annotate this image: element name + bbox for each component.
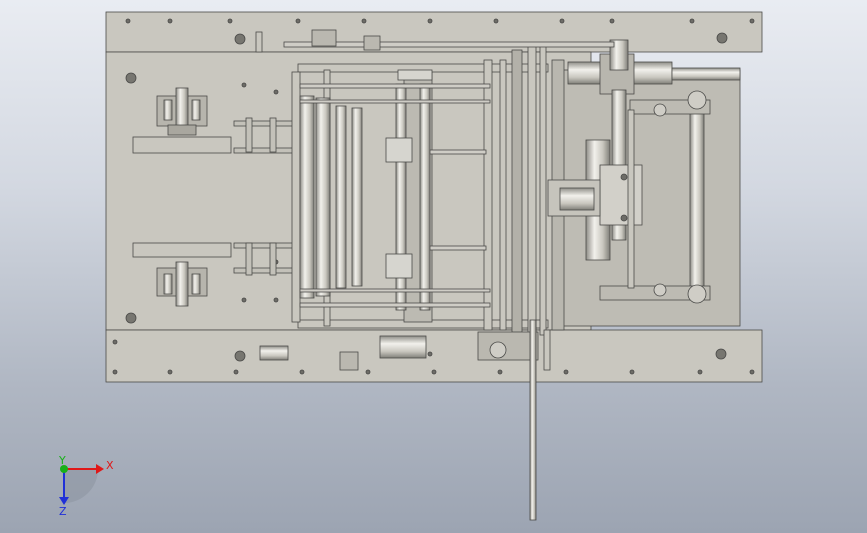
machine-part	[689, 18, 695, 24]
machine-part	[527, 44, 537, 336]
x-axis-arrow	[96, 464, 104, 474]
lever-rod	[529, 319, 537, 521]
machine-part	[427, 18, 433, 24]
triad-shadow	[64, 469, 98, 503]
machine-part	[511, 49, 523, 336]
machine-part	[234, 33, 246, 45]
machine-part	[653, 103, 667, 117]
x-axis-label: X	[106, 459, 114, 472]
machine-part	[241, 82, 247, 88]
machine-part	[563, 369, 569, 375]
machine-part	[299, 95, 315, 299]
machine-part	[112, 369, 118, 375]
machine-part	[105, 11, 763, 521]
machine-part	[291, 71, 301, 323]
machine-part	[163, 99, 173, 121]
machine-part	[245, 117, 253, 153]
machine-part	[559, 187, 595, 211]
machine-part	[269, 242, 277, 276]
machine-part	[609, 18, 615, 24]
machine-part	[295, 18, 301, 24]
machine-part	[191, 273, 201, 295]
machine-part	[715, 348, 727, 360]
cad-viewport[interactable]: X Y Z	[0, 0, 867, 533]
machine-part	[385, 253, 413, 279]
machine-part	[539, 44, 547, 336]
machine-part	[397, 69, 433, 81]
machine-assembly-drawing[interactable]	[0, 0, 867, 533]
machine-part	[620, 173, 628, 181]
machine-part	[687, 90, 707, 110]
machine-part	[543, 329, 551, 371]
machine-part	[559, 18, 565, 24]
machine-part	[671, 67, 741, 81]
machine-part	[335, 105, 347, 289]
machine-part	[299, 99, 491, 104]
machine-part	[241, 297, 247, 303]
machine-part	[299, 369, 305, 375]
y-axis-label: Y	[58, 454, 66, 467]
machine-part	[493, 18, 499, 24]
machine-part	[689, 95, 705, 295]
z-axis-label: Z	[59, 505, 67, 518]
machine-part	[315, 97, 331, 297]
machine-part	[497, 369, 503, 375]
machine-part	[125, 18, 131, 24]
machine-part	[125, 312, 137, 324]
machine-part	[299, 302, 491, 308]
machine-part	[697, 369, 703, 375]
axis-triad: X Y Z	[58, 454, 114, 518]
machine-part	[227, 18, 233, 24]
machine-part	[234, 350, 246, 362]
machine-part	[385, 137, 413, 163]
machine-part	[273, 297, 279, 303]
machine-part	[132, 242, 232, 258]
machine-part	[299, 83, 491, 89]
machine-part	[419, 83, 431, 311]
machine-part	[499, 59, 507, 331]
machine-part	[132, 136, 232, 154]
machine-part	[716, 32, 728, 44]
machine-part	[245, 242, 253, 276]
machine-part	[167, 124, 197, 136]
machine-part	[431, 369, 437, 375]
machine-part	[299, 288, 491, 293]
machine-part	[255, 31, 263, 53]
machine-part	[749, 369, 755, 375]
machine-part	[429, 149, 487, 155]
machine-part	[429, 245, 487, 251]
machine-part	[627, 109, 635, 289]
machine-part	[311, 29, 337, 47]
machine-part	[653, 283, 667, 297]
machine-part	[112, 339, 118, 345]
machine-part	[167, 18, 173, 24]
machine-part	[269, 117, 277, 153]
machine-part	[361, 18, 367, 24]
machine-part	[273, 89, 279, 95]
machine-part	[233, 369, 239, 375]
machine-part	[687, 284, 707, 304]
machine-part	[339, 351, 359, 371]
machine-part	[477, 331, 539, 361]
machine-part	[363, 35, 381, 51]
machine-part	[125, 72, 137, 84]
machine-part	[191, 99, 201, 121]
machine-part	[351, 107, 363, 287]
machine-part	[599, 164, 643, 226]
machine-part	[629, 369, 635, 375]
machine-part	[427, 351, 433, 357]
machine-part	[749, 18, 755, 24]
machine-part	[489, 341, 507, 359]
machine-part	[365, 369, 371, 375]
machine-part	[620, 214, 628, 222]
machine-part	[379, 335, 427, 359]
machine-part	[167, 369, 173, 375]
machine-part	[175, 261, 189, 307]
machine-part	[259, 345, 289, 361]
machine-part	[163, 273, 173, 295]
